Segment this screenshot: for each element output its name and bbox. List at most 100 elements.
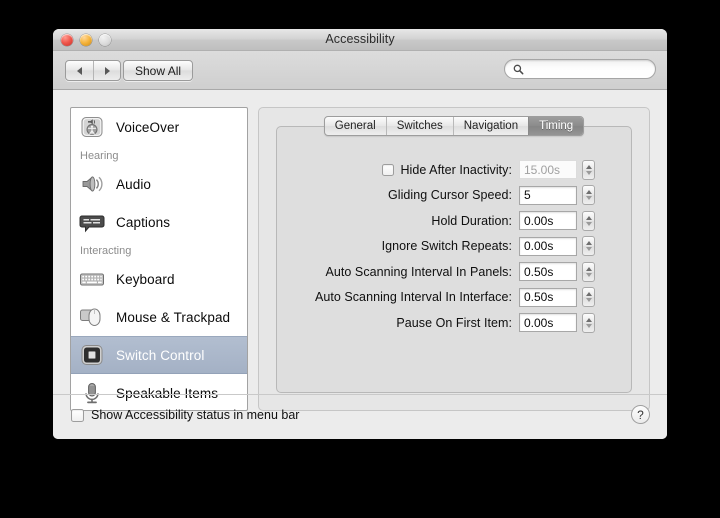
- field-value: 0.50s: [524, 290, 554, 305]
- back-button[interactable]: [66, 61, 93, 80]
- stepper-down-icon[interactable]: [585, 272, 592, 277]
- tab-bar: General Switches Navigation Timing: [277, 116, 631, 136]
- sidebar-item-voiceover[interactable]: VoiceOver: [71, 108, 247, 146]
- triangle-right-icon: [104, 66, 110, 75]
- tab-group-box: General Switches Navigation Timing Hide …: [276, 116, 632, 393]
- search-input[interactable]: [528, 63, 646, 75]
- checkbox-box: [71, 408, 84, 422]
- search-field[interactable]: [504, 59, 656, 79]
- tab-general[interactable]: General: [325, 117, 386, 135]
- setting-row-gliding-cursor-speed: Gliding Cursor Speed: 5: [277, 183, 631, 209]
- field-value: 0.00s: [524, 239, 554, 254]
- switch-control-icon: [78, 341, 106, 369]
- auto-scanning-panels-field[interactable]: 0.50s: [519, 262, 577, 282]
- stepper-down-icon[interactable]: [585, 196, 592, 201]
- tab-label: Navigation: [463, 120, 519, 132]
- sidebar-item-keyboard[interactable]: Keyboard: [71, 260, 247, 298]
- setting-label: Pause On First Item:: [396, 315, 512, 330]
- hold-duration-field[interactable]: 0.00s: [519, 211, 577, 231]
- tab-label: Timing: [539, 120, 574, 132]
- bottom-bar: Show Accessibility status in menu bar ?: [53, 394, 667, 439]
- hide-after-inactivity-checkbox[interactable]: [382, 163, 395, 176]
- title-bar: Accessibility: [53, 29, 667, 51]
- navigation-buttons: [65, 60, 121, 81]
- sidebar-item-label: VoiceOver: [116, 119, 180, 135]
- show-all-button[interactable]: Show All: [123, 60, 194, 81]
- ignore-switch-repeats-stepper[interactable]: [582, 236, 595, 257]
- setting-label: Hold Duration:: [431, 213, 512, 228]
- sidebar-item-switch-control[interactable]: Switch Control: [71, 336, 247, 374]
- sidebar-item-mouse-trackpad[interactable]: Mouse & Trackpad: [71, 298, 247, 336]
- stepper-up-icon[interactable]: [585, 292, 592, 297]
- sidebar-item-audio[interactable]: Audio: [71, 165, 247, 203]
- preferences-window: Accessibility Show All VoiceOver Hearing…: [53, 29, 667, 439]
- stepper-up-icon[interactable]: [585, 241, 592, 246]
- stepper-up-icon[interactable]: [585, 266, 592, 271]
- checkbox-label: Show Accessibility status in menu bar: [91, 408, 300, 422]
- stepper-up-icon[interactable]: [585, 190, 592, 195]
- sidebar-header-hearing: Hearing: [80, 150, 119, 162]
- setting-label: Auto Scanning Interval In Panels:: [325, 264, 512, 279]
- tab-label: Switches: [396, 120, 443, 132]
- toolbar: Show All: [53, 51, 667, 90]
- forward-button[interactable]: [93, 61, 120, 80]
- setting-label: Ignore Switch Repeats:: [381, 239, 512, 254]
- tab-switches[interactable]: Switches: [385, 117, 453, 135]
- field-value: 0.00s: [524, 213, 554, 228]
- timing-settings-form: Hide After Inactivity: 15.00s Gliding Cu…: [277, 157, 631, 336]
- pause-on-first-item-stepper[interactable]: [582, 312, 595, 333]
- tab-timing[interactable]: Timing: [528, 117, 584, 135]
- sidebar-item-label: Mouse & Trackpad: [116, 309, 231, 325]
- help-button[interactable]: ?: [631, 405, 650, 424]
- sidebar-item-label: Audio: [116, 176, 152, 192]
- field-value: 0.50s: [524, 264, 554, 279]
- tab-navigation[interactable]: Navigation: [452, 117, 528, 135]
- ignore-switch-repeats-field[interactable]: 0.00s: [519, 236, 577, 256]
- setting-label: Gliding Cursor Speed:: [387, 188, 512, 203]
- setting-row-pause-on-first-item: Pause On First Item: 0.00s: [277, 310, 631, 336]
- field-value: 15.00s: [524, 162, 561, 177]
- hide-after-inactivity-stepper[interactable]: [582, 159, 595, 180]
- question-mark-icon: ?: [637, 407, 644, 422]
- search-icon: [513, 64, 524, 75]
- stepper-down-icon[interactable]: [585, 323, 592, 328]
- field-value: 0.00s: [524, 315, 554, 330]
- sidebar-item-captions[interactable]: Captions: [71, 203, 247, 241]
- auto-scanning-interface-field[interactable]: 0.50s: [519, 287, 577, 307]
- pause-on-first-item-field[interactable]: 0.00s: [519, 313, 577, 333]
- setting-row-hide-after-inactivity: Hide After Inactivity: 15.00s: [277, 157, 631, 183]
- stepper-down-icon[interactable]: [585, 221, 592, 226]
- sidebar-header-interacting: Interacting: [80, 245, 132, 257]
- keyboard-icon: [78, 265, 106, 293]
- show-status-in-menu-bar-checkbox[interactable]: Show Accessibility status in menu bar: [71, 408, 299, 422]
- stepper-down-icon[interactable]: [585, 170, 592, 175]
- mouse-trackpad-icon: [78, 303, 106, 331]
- speaker-icon: [78, 170, 106, 198]
- auto-scanning-panels-stepper[interactable]: [582, 261, 595, 282]
- sidebar-item-label: Keyboard: [116, 271, 175, 287]
- setting-row-hold-duration: Hold Duration: 0.00s: [277, 208, 631, 234]
- gliding-cursor-speed-field[interactable]: 5: [519, 185, 577, 205]
- stepper-down-icon[interactable]: [585, 298, 592, 303]
- window-body: VoiceOver Hearing Audio Captions Interac…: [53, 90, 667, 439]
- voiceover-icon: [78, 113, 106, 141]
- triangle-left-icon: [77, 66, 82, 75]
- sidebar-item-label: Switch Control: [116, 347, 205, 363]
- stepper-up-icon[interactable]: [585, 215, 592, 220]
- hold-duration-stepper[interactable]: [582, 210, 595, 231]
- setting-row-ignore-switch-repeats: Ignore Switch Repeats: 0.00s: [277, 234, 631, 260]
- setting-row-auto-scanning-panels: Auto Scanning Interval In Panels: 0.50s: [277, 259, 631, 285]
- setting-label: Auto Scanning Interval In Interface:: [314, 290, 512, 305]
- hide-after-inactivity-field[interactable]: 15.00s: [519, 160, 577, 180]
- setting-row-auto-scanning-interface: Auto Scanning Interval In Interface: 0.5…: [277, 285, 631, 311]
- gliding-cursor-speed-stepper[interactable]: [582, 185, 595, 206]
- auto-scanning-interface-stepper[interactable]: [582, 287, 595, 308]
- stepper-up-icon[interactable]: [585, 317, 592, 322]
- tab-label: General: [334, 120, 376, 132]
- field-value: 5: [524, 188, 531, 203]
- stepper-down-icon[interactable]: [585, 247, 592, 252]
- window-title: Accessibility: [325, 32, 395, 46]
- stepper-up-icon[interactable]: [585, 164, 592, 169]
- settings-pane: General Switches Navigation Timing Hide …: [258, 107, 650, 411]
- category-list: VoiceOver Hearing Audio Captions Interac…: [70, 107, 248, 411]
